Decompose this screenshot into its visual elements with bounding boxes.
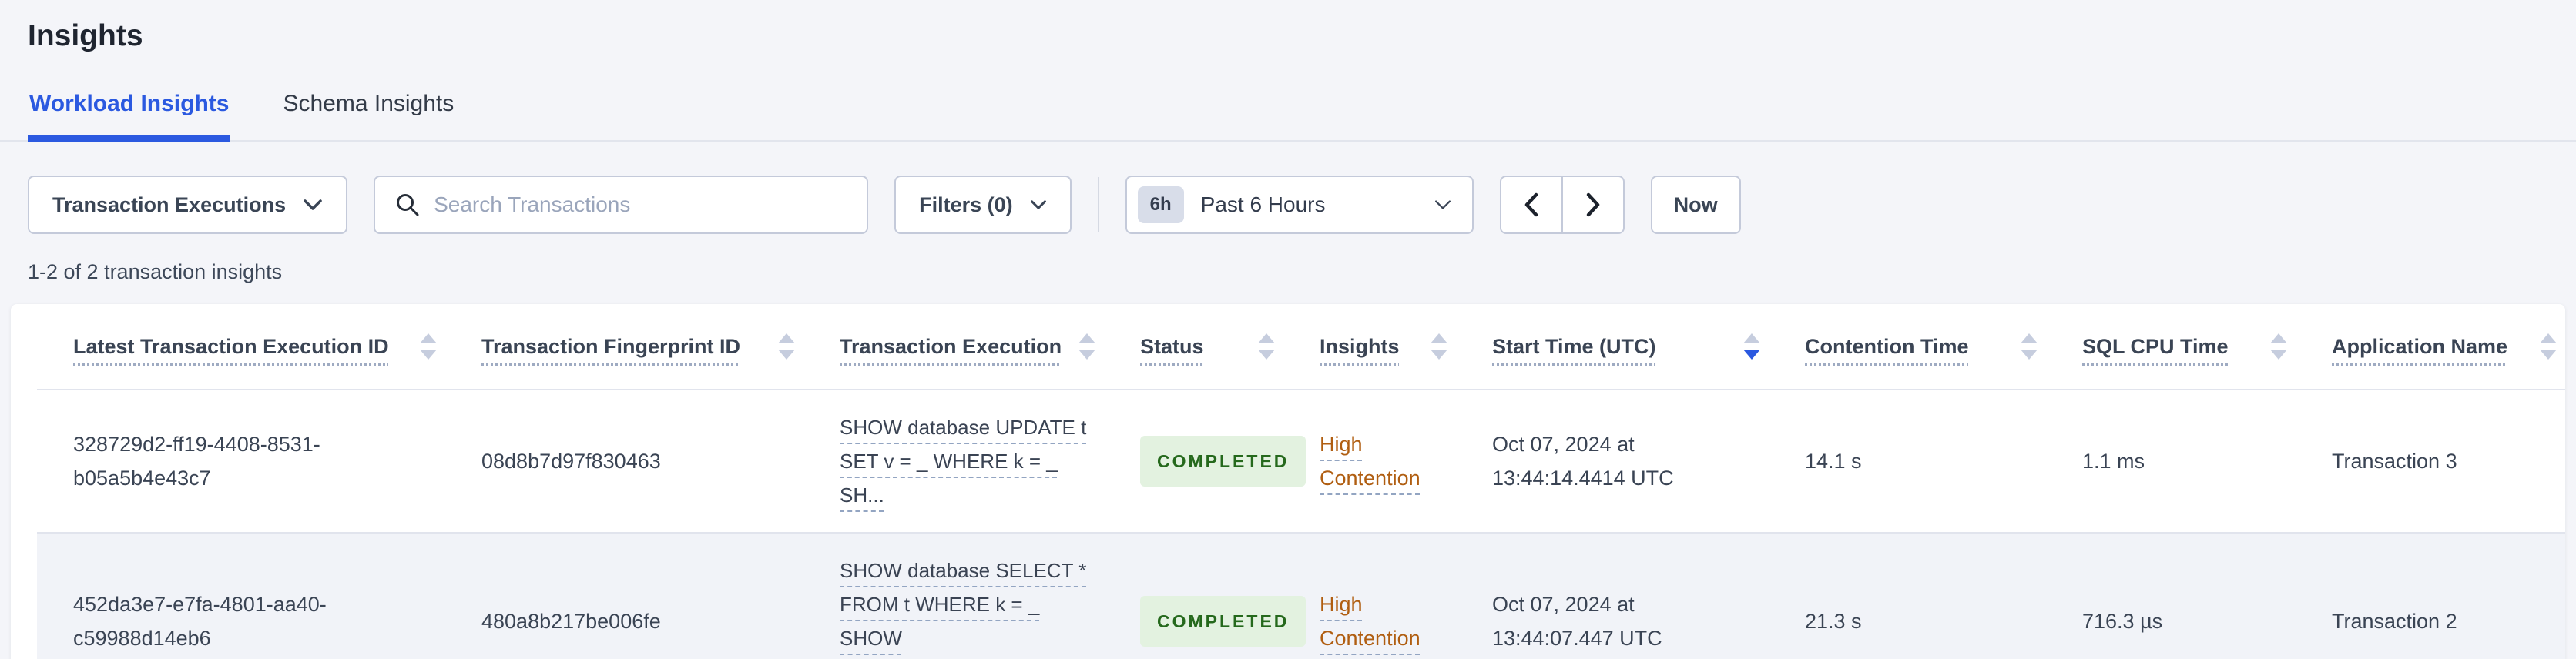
insights-tabs: Workload Insights Schema Insights xyxy=(0,88,2576,142)
sort-icon xyxy=(2540,333,2557,360)
chevron-left-icon xyxy=(1524,192,1538,217)
column-header-latest-transaction-execution-id[interactable]: Latest Transaction Execution ID xyxy=(37,304,445,389)
table-row: 328729d2-ff19-4408-8531- b05a5b4e43c7 08… xyxy=(37,390,2565,534)
cell-execution-id: 452da3e7-e7fa-4801-aa40- c59988d14eb6 xyxy=(73,593,327,650)
results-summary: 1-2 of 2 transaction insights xyxy=(28,260,283,283)
time-range-label: Past 6 Hours xyxy=(1200,192,1326,216)
workload-type-dropdown[interactable]: Transaction Executions xyxy=(28,176,348,234)
now-button[interactable]: Now xyxy=(1650,176,1741,234)
sort-icon xyxy=(2021,333,2038,360)
column-header-contention-time[interactable]: Contention Time xyxy=(1769,304,2046,389)
chevron-down-icon xyxy=(1030,200,1046,209)
cell-application-name: Transaction 3 xyxy=(2332,450,2457,473)
filters-dropdown[interactable]: Filters (0) xyxy=(894,176,1072,234)
table-header-row: Latest Transaction Execution ID Transact… xyxy=(37,304,2565,390)
search-icon xyxy=(397,194,419,216)
cell-contention-time: 14.1 s xyxy=(1805,450,1862,473)
column-header-start-time[interactable]: Start Time (UTC) xyxy=(1456,304,1769,389)
workload-type-dropdown-label: Transaction Executions xyxy=(52,192,287,216)
time-range-next-button[interactable] xyxy=(1561,176,1625,234)
transaction-execution-link[interactable]: SHOW database UPDATE t SET v = _ WHERE k… xyxy=(840,416,1086,507)
tab-workload-insights[interactable]: Workload Insights xyxy=(28,88,231,142)
cell-application-name: Transaction 2 xyxy=(2332,610,2457,633)
status-badge: COMPLETED xyxy=(1140,596,1306,647)
transaction-execution-link[interactable]: SHOW database SELECT * FROM t WHERE k = … xyxy=(840,559,1086,659)
sort-icon xyxy=(1258,333,1275,360)
time-range-pager xyxy=(1499,176,1625,234)
cell-sql-cpu-time: 716.3 µs xyxy=(2082,610,2163,633)
column-header-insights[interactable]: Insights xyxy=(1283,304,1456,389)
sort-icon xyxy=(2270,333,2287,360)
toolbar-divider xyxy=(1097,177,1099,232)
page-title: Insights xyxy=(28,19,143,52)
filters-dropdown-label: Filters (0) xyxy=(919,192,1013,216)
sort-icon xyxy=(778,333,795,360)
sort-icon xyxy=(1078,333,1095,360)
cell-fingerprint-id: 08d8b7d97f830463 xyxy=(481,450,661,473)
cell-contention-time: 21.3 s xyxy=(1805,610,1862,633)
sort-icon xyxy=(1431,333,1447,360)
time-range-badge: 6h xyxy=(1137,186,1184,223)
time-range-prev-button[interactable] xyxy=(1499,176,1563,234)
time-range-picker[interactable]: 6h Past 6 Hours xyxy=(1125,176,1474,234)
cell-sql-cpu-time: 1.1 ms xyxy=(2082,450,2145,473)
cell-start-time: Oct 07, 2024 at 13:44:07.447 UTC xyxy=(1492,593,1662,650)
cell-fingerprint-id: 480a8b217be006fe xyxy=(481,610,661,633)
column-header-application-name[interactable]: Application Name xyxy=(2296,304,2565,389)
column-header-sql-cpu-time[interactable]: SQL CPU Time xyxy=(2046,304,2296,389)
cell-start-time: Oct 07, 2024 at 13:44:14.4414 UTC xyxy=(1492,433,1674,490)
table-row: 452da3e7-e7fa-4801-aa40- c59988d14eb6 48… xyxy=(37,534,2565,659)
column-header-transaction-execution[interactable]: Transaction Execution xyxy=(803,304,1104,389)
cell-execution-id: 328729d2-ff19-4408-8531- b05a5b4e43c7 xyxy=(73,433,320,490)
status-badge: COMPLETED xyxy=(1140,436,1306,487)
toolbar: Transaction Executions Filters (0) 6h Pa… xyxy=(28,176,2576,234)
search-input[interactable] xyxy=(434,192,847,217)
insights-table-card: Latest Transaction Execution ID Transact… xyxy=(11,304,2565,659)
column-header-status[interactable]: Status xyxy=(1104,304,1283,389)
transaction-insights-table: Latest Transaction Execution ID Transact… xyxy=(37,304,2565,659)
tab-schema-insights[interactable]: Schema Insights xyxy=(281,88,455,142)
sort-icon xyxy=(420,333,437,360)
search-box xyxy=(374,176,869,234)
chevron-down-icon xyxy=(1434,200,1451,209)
insight-high-contention-link[interactable]: High Contention xyxy=(1320,593,1420,650)
sort-icon-descending-active xyxy=(1743,333,1760,360)
chevron-right-icon xyxy=(1586,192,1599,217)
chevron-down-icon xyxy=(304,199,322,210)
insight-high-contention-link[interactable]: High Contention xyxy=(1320,433,1420,490)
column-header-transaction-fingerprint-id[interactable]: Transaction Fingerprint ID xyxy=(445,304,803,389)
